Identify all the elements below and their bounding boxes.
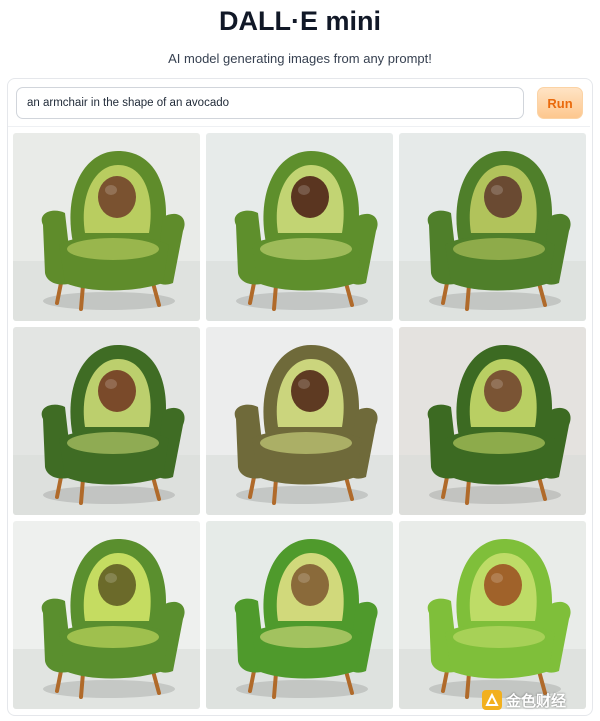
avocado-chair-image	[13, 521, 200, 709]
watermark-text: 金色财经	[506, 692, 567, 710]
results-grid	[13, 133, 587, 709]
generated-image[interactable]	[399, 133, 586, 321]
generated-image[interactable]	[399, 521, 586, 709]
avocado-chair-image	[206, 327, 393, 515]
generated-image[interactable]	[206, 327, 393, 515]
generated-image[interactable]	[206, 521, 393, 709]
avocado-chair-image	[399, 133, 586, 321]
avocado-chair-image	[206, 133, 393, 321]
avocado-chair-image	[13, 327, 200, 515]
generated-image[interactable]	[399, 327, 586, 515]
avocado-chair-image	[206, 521, 393, 709]
generated-image[interactable]	[13, 133, 200, 321]
generated-image[interactable]	[13, 521, 200, 709]
divider	[8, 126, 590, 127]
page-title: DALL·E mini	[219, 6, 381, 36]
generated-image[interactable]	[206, 133, 393, 321]
avocado-chair-image	[399, 327, 586, 515]
run-button[interactable]: Run	[537, 87, 583, 119]
prompt-input[interactable]	[16, 87, 524, 119]
page-subtitle: AI model generating images from any prom…	[168, 51, 432, 66]
watermark: 金色财经	[482, 689, 566, 711]
avocado-chair-image	[13, 133, 200, 321]
watermark-logo-icon	[482, 690, 502, 710]
generated-image[interactable]	[13, 327, 200, 515]
avocado-chair-image	[399, 521, 586, 709]
